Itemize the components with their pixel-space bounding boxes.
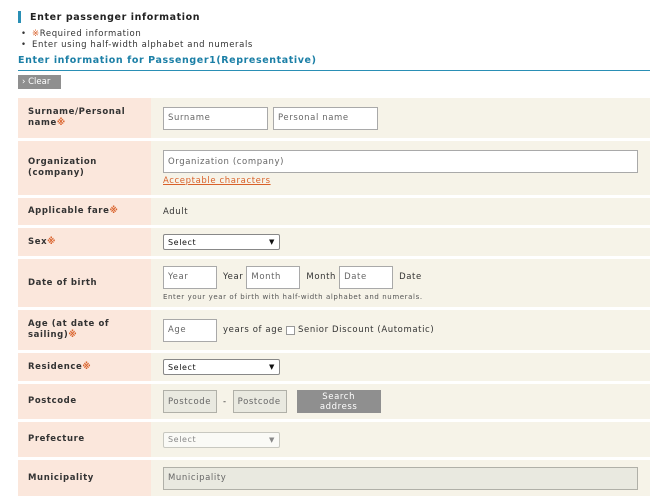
heading-accent-bar <box>18 11 21 23</box>
cell-sex: Select ▼ <box>151 228 650 256</box>
row-age: Age (at date of sailing)※ years of age S… <box>18 310 650 350</box>
label-name: Surname/Personal name※ <box>18 98 151 138</box>
required-mark: ※ <box>47 236 57 247</box>
clear-button[interactable]: › Clear <box>18 75 61 89</box>
cell-organization: Acceptable characters <box>151 141 650 195</box>
label-organization: Organization (company) <box>18 141 151 195</box>
row-prefecture: Prefecture Select ▼ <box>18 422 650 457</box>
label-prefecture: Prefecture <box>18 422 151 457</box>
postcode-separator: - <box>223 396 227 407</box>
sex-select[interactable]: Select ▼ <box>163 234 280 250</box>
note-required: ※Required information <box>21 29 253 40</box>
chevron-down-icon: ▼ <box>269 363 275 371</box>
label-residence-text: Residence <box>28 361 83 372</box>
acceptable-characters-link[interactable]: Acceptable characters <box>163 176 271 186</box>
senior-discount-checkbox[interactable] <box>286 325 296 335</box>
section-title: Enter passenger information <box>30 11 201 23</box>
required-mark: ※ <box>32 29 40 39</box>
row-sex: Sex※ Select ▼ <box>18 228 650 256</box>
residence-select-value: Select <box>168 362 197 372</box>
age-unit: years of age <box>223 325 284 335</box>
senior-discount-label: Senior Discount (Automatic) <box>298 325 435 335</box>
cell-municipality <box>151 460 650 496</box>
label-sex: Sex※ <box>18 228 151 256</box>
organization-input[interactable] <box>163 150 638 173</box>
age-input[interactable] <box>163 318 217 342</box>
note-required-text: Required information <box>39 29 142 39</box>
birth-month-input[interactable] <box>246 265 301 289</box>
month-unit: Month <box>306 272 337 282</box>
label-municipality: Municipality <box>18 460 151 496</box>
postcode-input-2[interactable] <box>232 390 287 413</box>
personal-name-input[interactable] <box>273 106 378 130</box>
row-municipality: Municipality <box>18 460 650 496</box>
label-fare-text: Applicable fare <box>28 206 110 216</box>
passenger-form-table: Surname/Personal name※ Organization (com… <box>18 95 650 499</box>
date-unit: Date <box>399 272 422 282</box>
cell-fare: Adult <box>151 198 650 225</box>
label-sex-text: Sex <box>28 236 48 247</box>
prefecture-select[interactable]: Select ▼ <box>163 431 280 448</box>
row-name: Surname/Personal name※ <box>18 98 650 138</box>
passenger-form-page: Enter passenger information ※Required in… <box>0 0 664 496</box>
passenger-title: Enter information for Passenger1(Represe… <box>18 55 650 71</box>
required-mark: ※ <box>82 361 92 372</box>
required-mark: ※ <box>109 206 119 216</box>
postcode-input-1[interactable] <box>163 390 217 413</box>
label-name-text: Surname/Personal name <box>28 107 126 128</box>
fare-value: Adult <box>163 206 189 217</box>
cell-postcode: - Search address <box>151 384 650 419</box>
row-organization: Organization (company) Acceptable charac… <box>18 141 650 195</box>
required-mark: ※ <box>56 118 66 128</box>
birth-year-input[interactable] <box>163 265 217 289</box>
surname-input[interactable] <box>163 106 268 130</box>
required-mark: ※ <box>68 330 78 340</box>
prefecture-select-value: Select <box>168 435 197 444</box>
notes-list: ※Required information Enter using half-w… <box>21 29 253 51</box>
label-postcode: Postcode <box>18 384 151 419</box>
row-residence: Residence※ Select ▼ <box>18 353 650 381</box>
note-alphanumeric: Enter using half-width alphabet and nume… <box>21 40 253 51</box>
label-age: Age (at date of sailing)※ <box>18 310 151 350</box>
cell-prefecture: Select ▼ <box>151 422 650 457</box>
chevron-down-icon: ▼ <box>269 435 275 444</box>
search-address-button[interactable]: Search address <box>296 390 381 413</box>
cell-dob: Year Month Date Enter your year of birth… <box>151 259 650 307</box>
residence-select[interactable]: Select ▼ <box>163 359 280 375</box>
sex-select-value: Select <box>168 237 197 247</box>
year-unit: Year <box>223 272 244 282</box>
label-dob: Date of birth <box>18 259 151 307</box>
birth-date-input[interactable] <box>339 265 394 289</box>
label-residence: Residence※ <box>18 353 151 381</box>
cell-age: years of age Senior Discount (Automatic) <box>151 310 650 350</box>
row-postcode: Postcode - Search address <box>18 384 650 419</box>
municipality-input[interactable] <box>163 466 638 490</box>
chevron-down-icon: ▼ <box>269 238 275 246</box>
row-dob: Date of birth Year Month Date Enter your… <box>18 259 650 307</box>
cell-name <box>151 98 650 138</box>
section-heading: Enter passenger information <box>18 11 200 23</box>
cell-residence: Select ▼ <box>151 353 650 381</box>
dob-hint: Enter your year of birth with half-width… <box>163 292 423 301</box>
row-fare: Applicable fare※ Adult <box>18 198 650 225</box>
label-fare: Applicable fare※ <box>18 198 151 225</box>
